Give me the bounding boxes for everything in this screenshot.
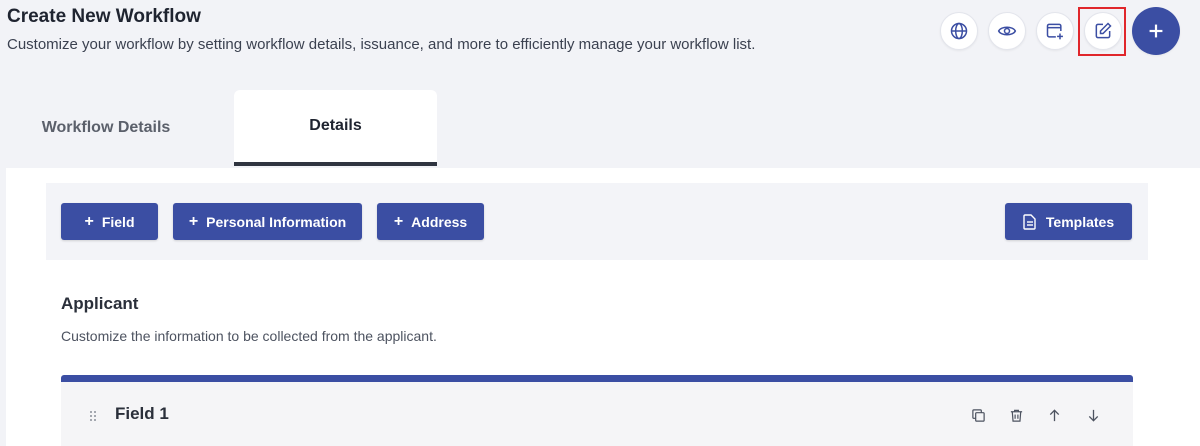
page-title: Create New Workflow bbox=[7, 6, 201, 27]
duplicate-field-button[interactable] bbox=[969, 406, 987, 424]
delete-field-button[interactable] bbox=[1007, 406, 1025, 424]
add-button[interactable] bbox=[1132, 7, 1180, 55]
tab-workflow-details[interactable]: Workflow Details bbox=[0, 90, 212, 166]
section-description: Customize the information to be collecte… bbox=[61, 328, 437, 344]
move-field-up-button[interactable] bbox=[1045, 406, 1063, 424]
templates-button[interactable]: Templates bbox=[1005, 203, 1132, 240]
templates-label: Templates bbox=[1045, 213, 1115, 230]
details-panel: + Field + Personal Information + Address… bbox=[6, 168, 1200, 446]
copy-icon bbox=[971, 408, 985, 422]
document-icon bbox=[1023, 213, 1036, 230]
trash-icon bbox=[1010, 409, 1022, 422]
page-subtitle: Customize your workflow by setting workf… bbox=[7, 36, 756, 53]
add-field-label: Field bbox=[101, 213, 135, 230]
add-personal-information-label: Personal Information bbox=[206, 213, 347, 230]
add-address-button[interactable]: + Address bbox=[377, 203, 484, 240]
drag-handle-icon[interactable] bbox=[89, 410, 97, 422]
plus-icon: + bbox=[84, 212, 94, 230]
new-window-button[interactable] bbox=[1036, 12, 1074, 50]
section-title: Applicant bbox=[61, 294, 139, 313]
toolbar: + Field + Personal Information + Address… bbox=[46, 183, 1148, 260]
tab-details[interactable]: Details bbox=[234, 90, 437, 166]
add-address-label: Address bbox=[411, 213, 468, 230]
plus-icon: + bbox=[393, 212, 404, 230]
new-window-icon bbox=[1046, 23, 1063, 40]
field-card: Field 1 bbox=[61, 375, 1133, 446]
arrow-up-icon bbox=[1049, 408, 1059, 421]
language-button[interactable] bbox=[940, 12, 978, 50]
move-field-down-button[interactable] bbox=[1084, 406, 1102, 424]
add-field-button[interactable]: + Field bbox=[61, 203, 158, 240]
arrow-down-icon bbox=[1088, 409, 1098, 422]
add-personal-information-button[interactable]: + Personal Information bbox=[173, 203, 362, 240]
eye-icon bbox=[997, 26, 1017, 36]
globe-icon bbox=[950, 22, 968, 40]
preview-button[interactable] bbox=[988, 12, 1026, 50]
edit-button[interactable] bbox=[1084, 12, 1122, 50]
tab-bar: Workflow Details Details bbox=[0, 90, 1200, 168]
plus-icon: + bbox=[188, 212, 199, 230]
plus-icon bbox=[1149, 24, 1163, 38]
edit-icon bbox=[1095, 22, 1112, 39]
field-name: Field 1 bbox=[115, 404, 169, 423]
header-actions bbox=[940, 0, 1200, 70]
